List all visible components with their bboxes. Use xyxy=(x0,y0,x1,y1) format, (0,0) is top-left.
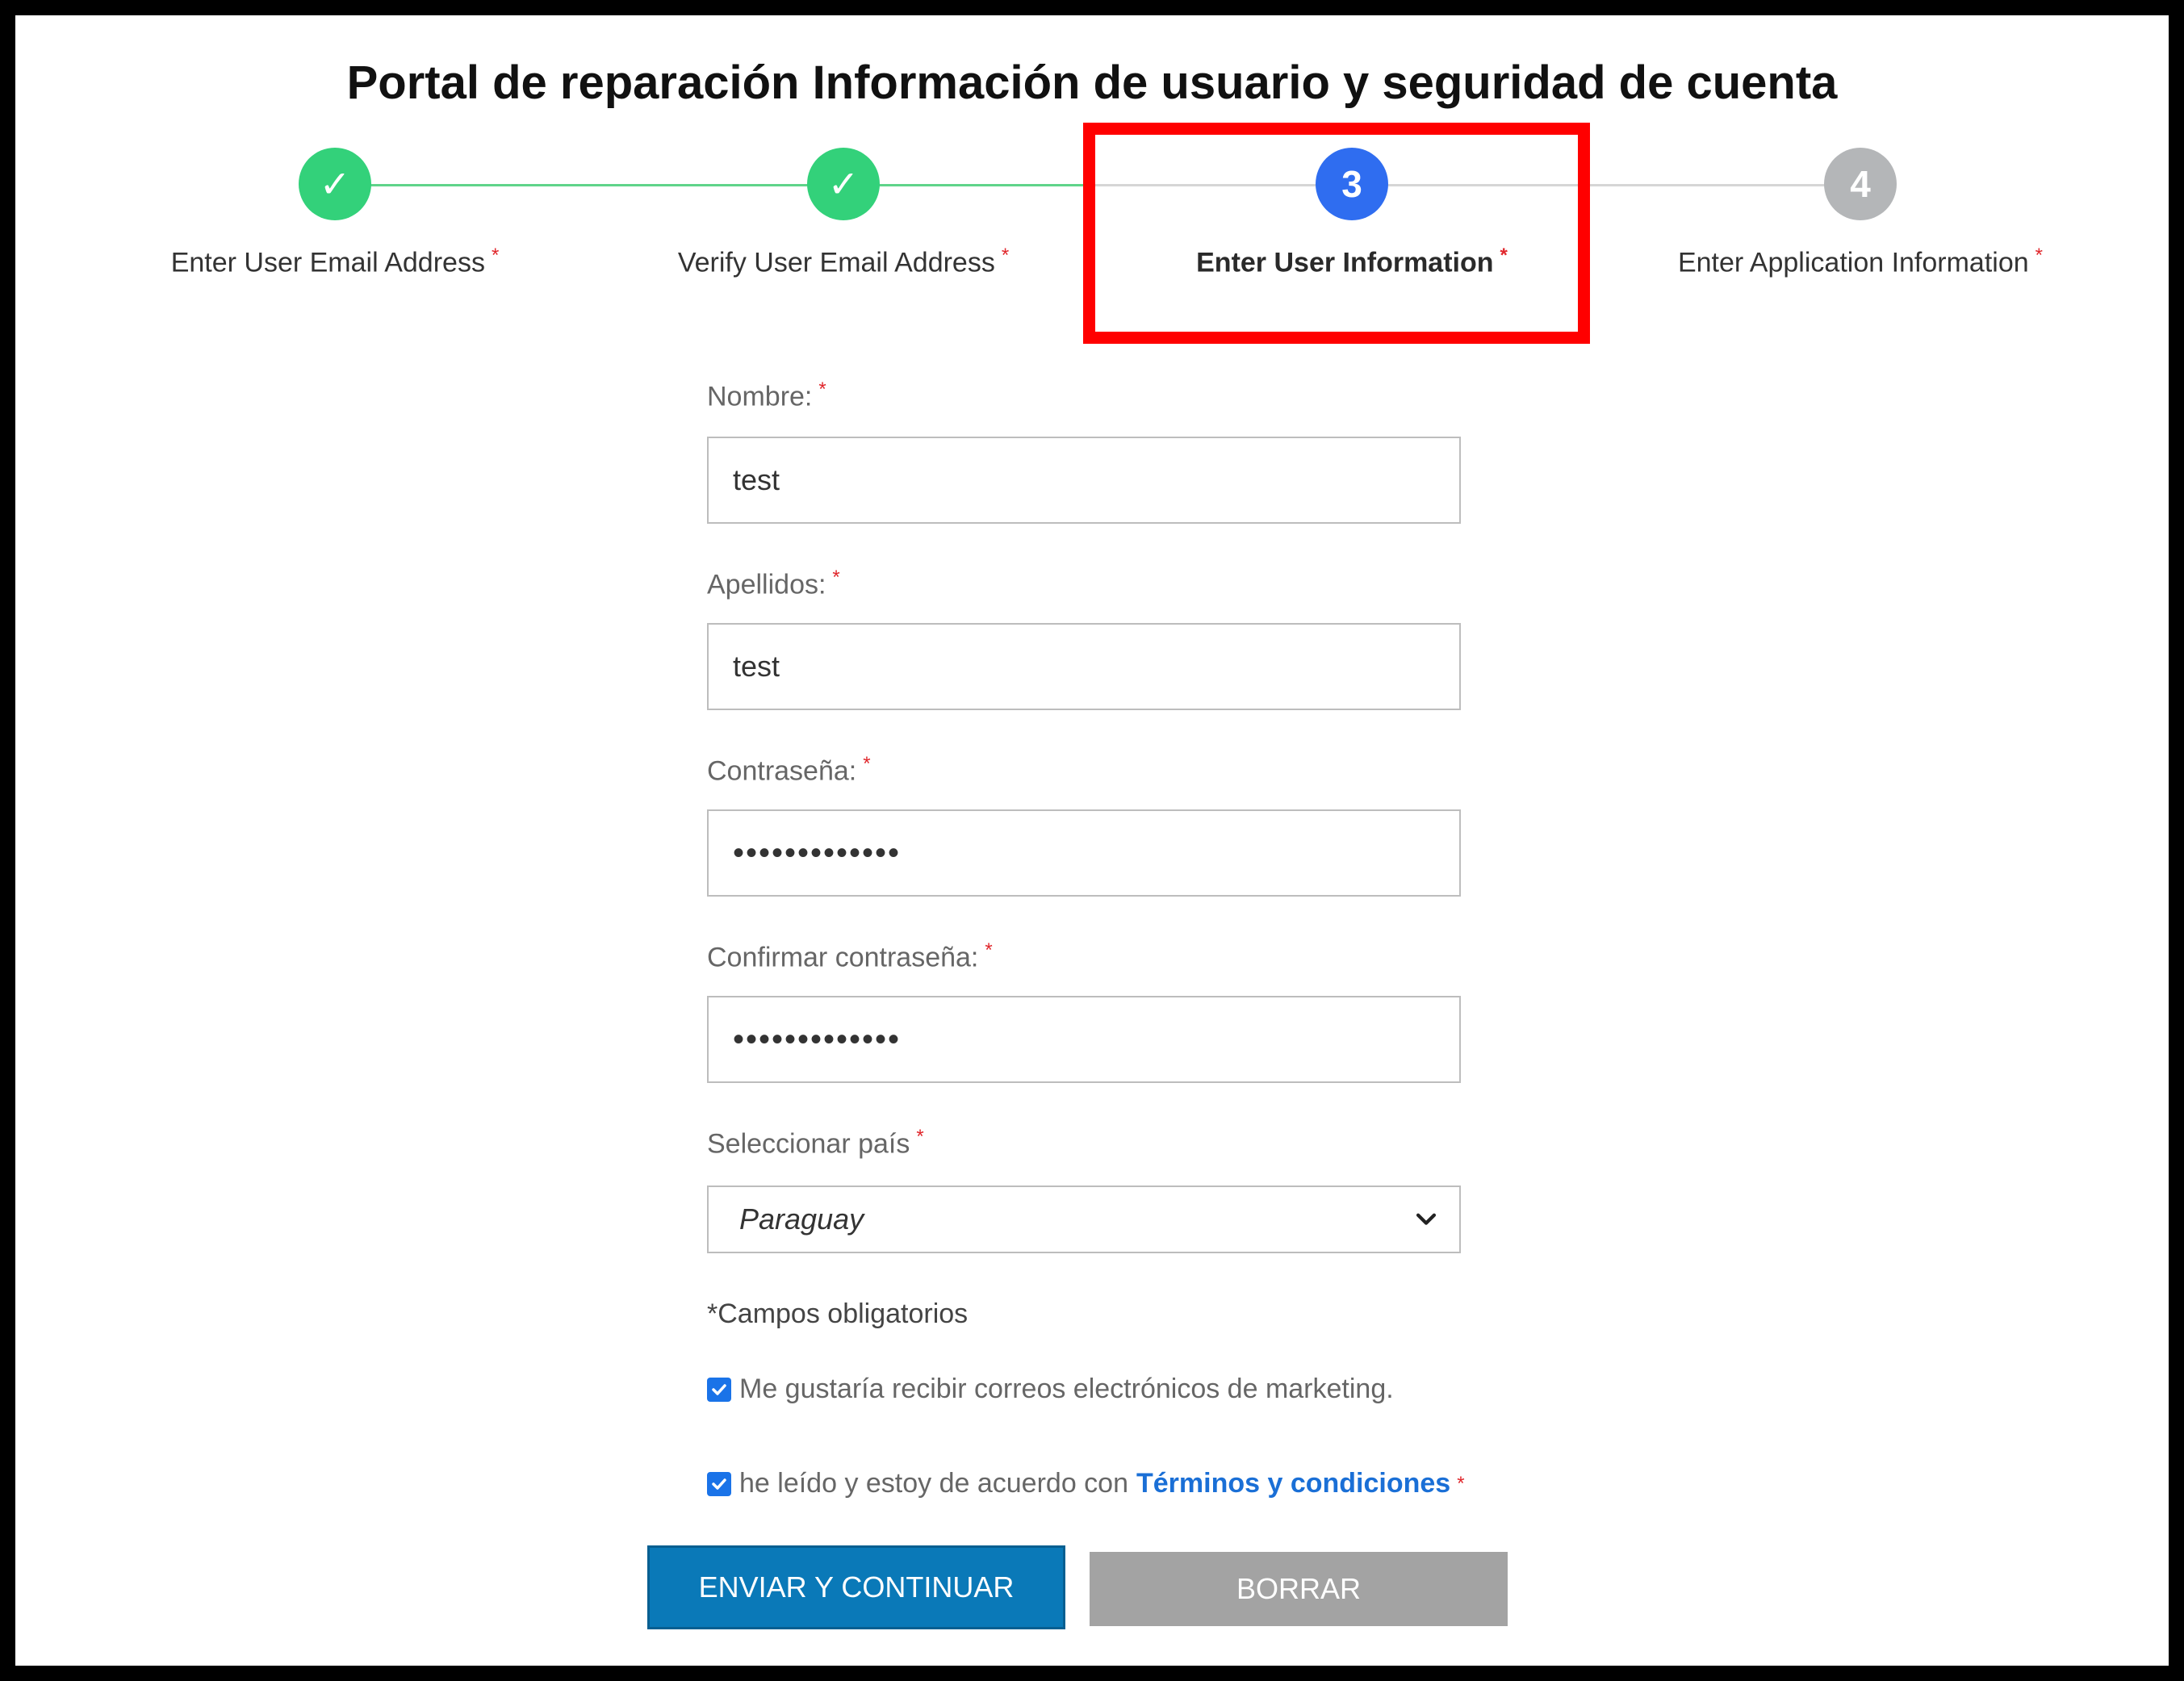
terms-link[interactable]: Términos y condiciones xyxy=(1136,1468,1450,1499)
clear-button[interactable]: BORRAR xyxy=(1090,1552,1508,1626)
terms-checkbox-label: he leído y estoy de acuerdo con xyxy=(739,1468,1128,1499)
password-label: Contraseña: * xyxy=(707,753,871,787)
step-2-label: Verify User Email Address * xyxy=(677,245,1010,278)
chevron-down-icon xyxy=(1416,1213,1437,1225)
password-input[interactable]: ••••••••••••• xyxy=(707,809,1461,897)
confirm-password-label: Confirmar contraseña: * xyxy=(707,939,993,973)
terms-checkbox[interactable] xyxy=(707,1471,731,1496)
step-2-circle: ✓ xyxy=(807,148,880,220)
last-name-label: Apellidos: * xyxy=(707,567,840,600)
first-name-label: Nombre: * xyxy=(707,378,826,412)
terms-option: he leído y estoy de acuerdo con Términos… xyxy=(707,1468,1465,1499)
checkmark-icon: ✓ xyxy=(319,163,351,205)
first-name-input[interactable]: test xyxy=(707,437,1461,524)
step-1-label: Enter User Email Address * xyxy=(170,245,500,278)
page-frame: Portal de reparación Información de usua… xyxy=(15,15,2169,1666)
checkbox-checked-icon xyxy=(712,1478,726,1490)
current-step-highlight xyxy=(1083,123,1590,344)
required-fields-note: *Campos obligatorios xyxy=(707,1298,969,1329)
checkbox-checked-icon xyxy=(712,1383,726,1395)
country-label: Seleccionar país * xyxy=(707,1126,924,1160)
marketing-checkbox[interactable] xyxy=(707,1377,731,1402)
step-4-circle: 4 xyxy=(1824,148,1897,220)
page-title: Portal de reparación Información de usua… xyxy=(346,56,1838,109)
step-connector-1 xyxy=(336,184,844,186)
country-select[interactable]: Paraguay xyxy=(707,1185,1461,1253)
marketing-checkbox-label: Me gustaría recibir correos electrónicos… xyxy=(739,1374,1394,1404)
confirm-password-input[interactable]: ••••••••••••• xyxy=(707,996,1461,1083)
step-connector-2 xyxy=(844,184,1086,186)
marketing-option: Me gustaría recibir correos electrónicos… xyxy=(707,1374,1394,1405)
country-select-value: Paraguay xyxy=(739,1202,864,1236)
step-1-circle: ✓ xyxy=(299,148,371,220)
last-name-input[interactable]: test xyxy=(707,623,1461,710)
submit-continue-button[interactable]: ENVIAR Y CONTINUAR xyxy=(647,1545,1065,1629)
step-4-label: Enter Application Information * xyxy=(1677,245,2044,278)
checkmark-icon: ✓ xyxy=(827,163,860,205)
